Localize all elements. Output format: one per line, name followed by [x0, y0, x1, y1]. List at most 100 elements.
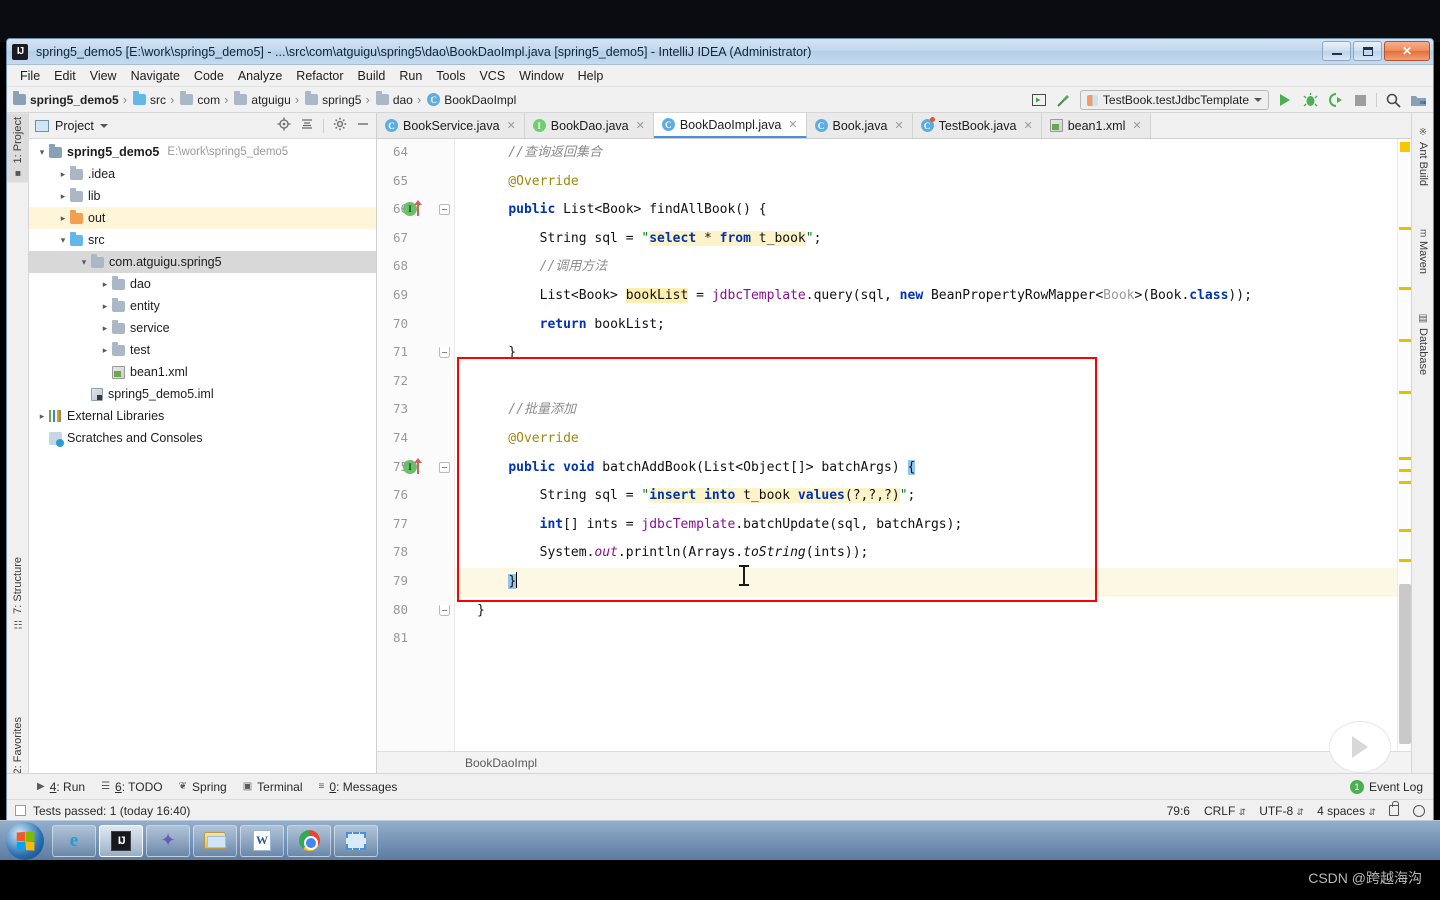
tree-node-spring5-demo5[interactable]: ▾ spring5_demo5 E:\work\spring5_demo5 — [29, 141, 376, 163]
close-icon[interactable]: ✕ — [636, 119, 645, 132]
line-separator[interactable]: CRLF ⇵ — [1204, 804, 1246, 818]
tree-node-scratches-and-consoles[interactable]: Scratches and Consoles — [29, 427, 376, 449]
collapse-all-icon[interactable] — [300, 117, 314, 134]
search-everywhere-button[interactable] — [1384, 91, 1402, 109]
menu-item-code[interactable]: Code — [187, 67, 231, 85]
close-icon[interactable]: ✕ — [894, 119, 903, 132]
breadcrumb-item-com[interactable]: com — [166, 91, 220, 107]
tree-node-entity[interactable]: ▸ entity — [29, 295, 376, 317]
minimize-button[interactable] — [1322, 41, 1351, 61]
code-fold-icon[interactable] — [439, 604, 451, 617]
hide-panel-icon[interactable] — [356, 117, 370, 134]
chevron-right-icon[interactable]: ▸ — [98, 345, 112, 356]
editor-tab-bookservice-java[interactable]: C BookService.java ✕ — [377, 113, 525, 138]
editor-tab-bookdaoimpl-java[interactable]: C BookDaoImpl.java ✕ — [653, 113, 807, 138]
editor-tab-bean1-xml[interactable]: bean1.xml ✕ — [1041, 113, 1151, 138]
tool-window-messages[interactable]: ≡ 0: Messages — [319, 780, 398, 794]
editor-warning-marker[interactable] — [1399, 391, 1411, 394]
taskbar-snipping-tool[interactable] — [334, 824, 378, 857]
taskbar-internet-explorer[interactable]: e — [52, 824, 96, 857]
code-content[interactable]: //查询返回集合 @Override public List<Book> fin… — [455, 139, 1397, 751]
menu-item-navigate[interactable]: Navigate — [124, 67, 187, 85]
file-encoding[interactable]: UTF-8 ⇵ — [1259, 804, 1304, 818]
tree-node-test[interactable]: ▸ test — [29, 339, 376, 361]
stop-button[interactable] — [1351, 91, 1369, 109]
menu-item-run[interactable]: Run — [392, 67, 429, 85]
breadcrumb-item-spring5-demo5[interactable]: spring5_demo5 — [13, 91, 119, 107]
tool-window-run[interactable]: ▶ 4: Run — [37, 780, 85, 794]
project-structure-button[interactable] — [1409, 91, 1427, 109]
run-button[interactable] — [1276, 91, 1294, 109]
debug-button[interactable] — [1301, 91, 1319, 109]
breadcrumb-item-spring5[interactable]: spring5 — [291, 91, 361, 107]
editor-warning-marker[interactable] — [1399, 287, 1411, 290]
inspection-status-icon[interactable] — [1400, 142, 1410, 152]
lock-icon[interactable] — [1389, 801, 1399, 816]
taskbar-microsoft-word[interactable]: W — [240, 824, 284, 857]
chevron-right-icon[interactable]: ▸ — [56, 191, 70, 202]
chevron-right-icon[interactable]: ▸ — [56, 213, 70, 224]
caret-position[interactable]: 79:6 — [1167, 804, 1190, 818]
breadcrumb-item-atguigu[interactable]: atguigu — [220, 91, 291, 107]
editor-marker-bar[interactable] — [1397, 139, 1411, 751]
breadcrumb-item-src[interactable]: src — [119, 91, 166, 107]
run-with-coverage-button[interactable] — [1326, 91, 1344, 109]
tool-window-terminal[interactable]: ▣ Terminal — [243, 780, 303, 794]
gear-icon[interactable] — [333, 117, 347, 134]
close-icon[interactable]: ✕ — [788, 118, 797, 131]
tree-node-spring5-demo5-iml[interactable]: spring5_demo5.iml — [29, 383, 376, 405]
run-configuration-selector[interactable]: TestBook.testJdbcTemplate — [1079, 90, 1269, 110]
editor-warning-marker[interactable] — [1399, 469, 1411, 472]
tool-window-button-1-project[interactable]: ■ 1: Project — [7, 113, 29, 183]
build-hammer-icon[interactable] — [1055, 91, 1073, 109]
tree-node-external-libraries[interactable]: ▸ External Libraries — [29, 405, 376, 427]
close-icon[interactable]: ✕ — [1023, 119, 1032, 132]
menu-item-help[interactable]: Help — [571, 67, 611, 85]
menu-item-view[interactable]: View — [83, 67, 124, 85]
taskbar-intellij-idea[interactable]: IJ — [99, 824, 143, 857]
menu-item-file[interactable]: File — [13, 67, 47, 85]
tool-window-spring[interactable]: ❦ Spring — [179, 780, 227, 794]
editor-warning-marker[interactable] — [1399, 481, 1411, 484]
editor-warning-marker[interactable] — [1399, 529, 1411, 532]
chevron-down-icon[interactable]: ▾ — [77, 257, 91, 268]
tool-window-todo[interactable]: ☰ 6: TODO — [101, 780, 163, 794]
tool-window-button-maven[interactable]: m Maven — [1412, 225, 1434, 278]
tree-node--idea[interactable]: ▸ .idea — [29, 163, 376, 185]
chevron-right-icon[interactable]: ▸ — [35, 411, 49, 422]
close-icon[interactable]: ✕ — [1132, 119, 1141, 132]
run-method-gutter-icon[interactable]: I — [403, 200, 422, 217]
tree-node-src[interactable]: ▾ src — [29, 229, 376, 251]
tool-window-button-ant-build[interactable]: ※ Ant Build — [1412, 123, 1434, 190]
chevron-right-icon[interactable]: ▸ — [98, 323, 112, 334]
floating-run-hint[interactable] — [1329, 721, 1391, 773]
menu-item-refactor[interactable]: Refactor — [289, 67, 350, 85]
editor-tab-testbook-java[interactable]: C TestBook.java ✕ — [912, 113, 1042, 138]
editor-warning-marker[interactable] — [1399, 227, 1411, 230]
taskbar-navicat[interactable]: ✦ — [146, 824, 190, 857]
taskbar-file-explorer[interactable] — [193, 824, 237, 857]
menu-item-build[interactable]: Build — [351, 67, 393, 85]
tree-node-out[interactable]: ▸ out — [29, 207, 376, 229]
editor-warning-marker[interactable] — [1399, 457, 1411, 460]
browser-globe-icon[interactable] — [1413, 804, 1425, 817]
tree-node-com-atguigu-spring5[interactable]: ▾ com.atguigu.spring5 — [29, 251, 376, 273]
project-view-chevron-down-icon[interactable] — [99, 123, 108, 128]
indent-setting[interactable]: 4 spaces ⇵ — [1317, 804, 1376, 818]
locate-icon[interactable] — [277, 117, 291, 134]
close-icon[interactable]: ✕ — [507, 119, 516, 132]
tree-node-dao[interactable]: ▸ dao — [29, 273, 376, 295]
breadcrumb-item-bookdaoimpl[interactable]: CBookDaoImpl — [413, 92, 516, 107]
menu-item-analyze[interactable]: Analyze — [231, 67, 289, 85]
editor-warning-marker[interactable] — [1399, 339, 1411, 342]
code-fold-icon[interactable] — [439, 204, 451, 216]
editor-scrollbar-thumb[interactable] — [1399, 584, 1411, 744]
chevron-right-icon[interactable]: ▸ — [56, 169, 70, 180]
chevron-down-icon[interactable]: ▾ — [56, 235, 70, 246]
breadcrumb-item-dao[interactable]: dao — [361, 91, 413, 107]
close-button[interactable]: ✕ — [1384, 41, 1430, 61]
code-fold-icon[interactable] — [439, 461, 451, 474]
chevron-right-icon[interactable]: ▸ — [98, 301, 112, 312]
chevron-right-icon[interactable]: ▸ — [98, 279, 112, 290]
maximize-button[interactable] — [1353, 41, 1382, 61]
